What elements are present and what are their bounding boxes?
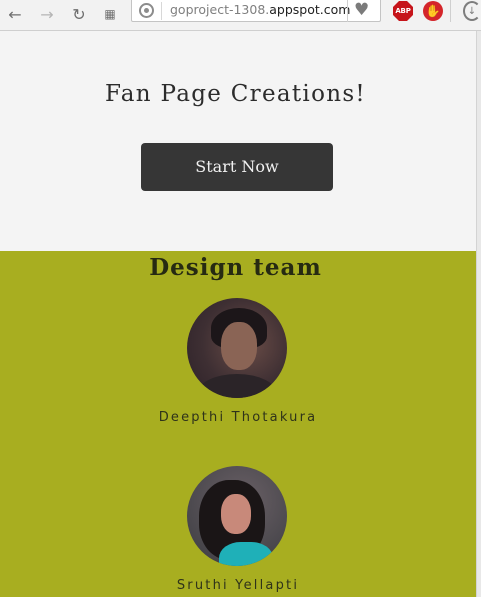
apps-grid-icon[interactable]: ▦ bbox=[99, 3, 121, 25]
team-heading: Design team bbox=[149, 254, 322, 281]
heart-icon[interactable]: ♥ bbox=[354, 0, 369, 20]
address-separator bbox=[161, 2, 162, 20]
adblock-icon[interactable]: ABP bbox=[393, 1, 413, 21]
hero-section: Fan Page Creations! Start Now bbox=[0, 31, 476, 251]
design-team-section: Design team Deepthi Thotakura Sruthi Yel… bbox=[0, 251, 476, 597]
back-icon[interactable]: ← bbox=[4, 3, 26, 25]
scrollbar[interactable] bbox=[476, 31, 481, 597]
browser-toolbar: ← → ↻ ▦ goproject-1308.appspot.com ♥ ABP… bbox=[0, 0, 481, 31]
url-subdomain: goproject-1308. bbox=[170, 2, 270, 17]
address-bar[interactable]: goproject-1308.appspot.com ♥ bbox=[131, 0, 381, 22]
member-name: Sruthi Yellapti bbox=[176, 578, 300, 593]
forward-icon[interactable]: → bbox=[36, 3, 58, 25]
bookmark-separator bbox=[347, 0, 348, 22]
download-icon[interactable]: ↓ bbox=[463, 1, 481, 21]
url-domain: appspot.com bbox=[269, 2, 351, 17]
avatar-face bbox=[221, 322, 257, 370]
avatar-shirt bbox=[219, 542, 273, 566]
reload-icon[interactable]: ↻ bbox=[68, 3, 90, 25]
url-text[interactable]: goproject-1308.appspot.com bbox=[170, 1, 350, 19]
avatar-shoulders bbox=[197, 374, 277, 398]
site-info-icon[interactable] bbox=[139, 3, 154, 18]
member-name: Deepthi Thotakura bbox=[158, 410, 318, 425]
start-now-button[interactable]: Start Now bbox=[141, 143, 333, 191]
adblock-label: ABP bbox=[395, 7, 411, 15]
page-title: Fan Page Creations! bbox=[105, 81, 366, 107]
avatar-deepthi bbox=[187, 298, 287, 398]
stop-hand-icon[interactable]: ✋ bbox=[423, 1, 443, 21]
avatar-face bbox=[221, 494, 251, 534]
avatar-sruthi bbox=[187, 466, 287, 566]
toolbar-divider bbox=[450, 0, 451, 22]
